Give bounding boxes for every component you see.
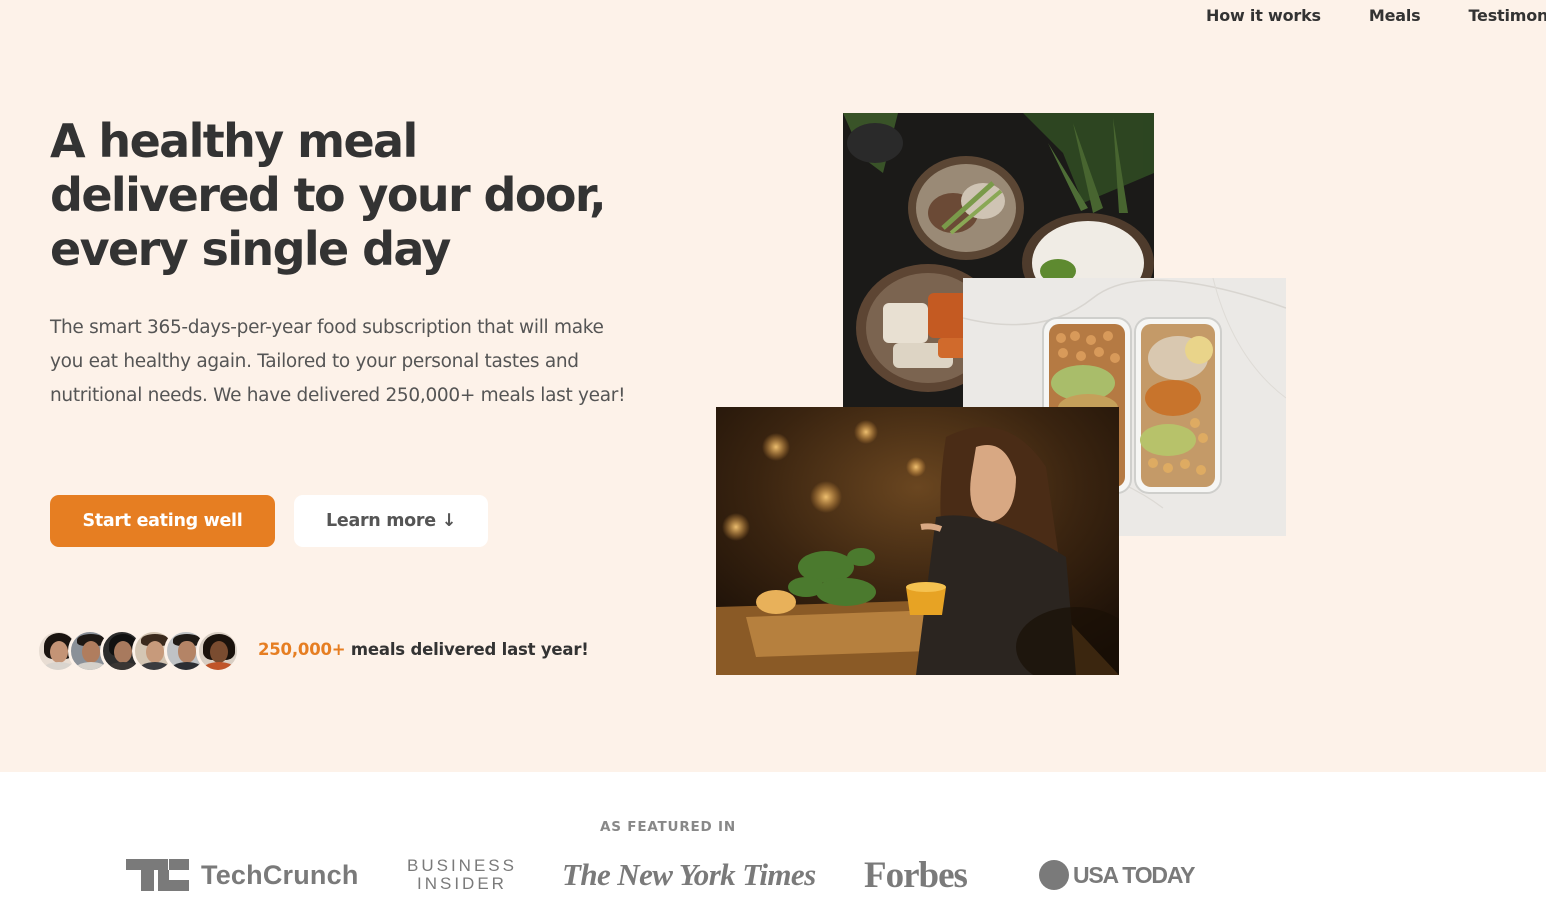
hero-description: The smart 365-days-per-year food subscri…	[50, 317, 626, 406]
techcrunch-mark-icon	[126, 859, 189, 891]
woman-eating-illustration	[716, 407, 1119, 675]
headline-line-2: delivered to your door,	[50, 168, 607, 222]
usa-today-logo: USA TODAY	[1039, 852, 1195, 898]
usa-today-wordmark: USA TODAY	[1073, 861, 1195, 888]
nav-link-meals[interactable]: Meals	[1369, 6, 1421, 25]
meals-delivered-count: 250,000+	[258, 640, 346, 659]
hero-headline: A healthy meal delivered to your door, e…	[50, 114, 690, 276]
techcrunch-logo: TechCrunch	[126, 852, 359, 898]
featured-label: AS FEATURED IN	[600, 819, 736, 835]
woman-eating-photo	[716, 407, 1119, 675]
business-insider-line-1: BUSINESS	[407, 856, 517, 875]
learn-more-button[interactable]: Learn more ↓	[294, 495, 488, 547]
forbes-logo: Forbes	[864, 854, 968, 896]
meals-delivered-stat: 250,000+ meals delivered last year!	[258, 640, 589, 659]
meals-delivered-label: meals delivered last year!	[345, 640, 589, 659]
headline-line-3: every single day	[50, 222, 451, 276]
headline-line-1: A healthy meal	[50, 114, 418, 168]
new-york-times-logo: The New York Times	[562, 857, 816, 892]
customer-avatars	[36, 629, 240, 673]
usa-today-dot-icon	[1039, 860, 1069, 890]
techcrunch-wordmark: TechCrunch	[201, 859, 359, 890]
avatar	[196, 629, 240, 673]
business-insider-logo: BUSINESS INSIDER	[407, 852, 517, 898]
main-nav: How it works Meals Testimonials	[1206, 6, 1546, 25]
hero-section: How it works Meals Testimonials A health…	[0, 0, 1546, 772]
nav-link-testimonials[interactable]: Testimonials	[1468, 6, 1546, 25]
nav-link-how-it-works[interactable]: How it works	[1206, 6, 1321, 25]
business-insider-line-2: INSIDER	[417, 874, 507, 893]
start-eating-well-button[interactable]: Start eating well	[50, 495, 275, 547]
